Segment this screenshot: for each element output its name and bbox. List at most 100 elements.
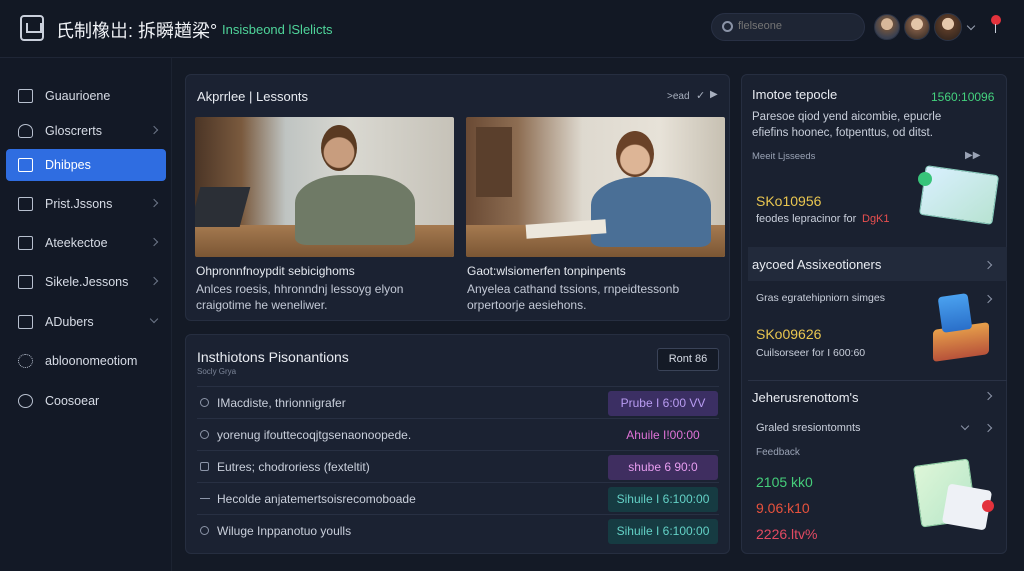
lesson-2-title: Gaot:wlsiomerfen tonpinpents (467, 264, 626, 278)
lesson-photo-2[interactable] (466, 117, 725, 257)
assessments-title: aycoed Assixeotioners (752, 257, 882, 272)
lesson-1-desc: Anlces roesis, hhronndnj lessoyg elyon (196, 282, 404, 296)
chevron-right-icon (149, 125, 159, 135)
search-icon (722, 21, 733, 32)
grid-icon (18, 315, 33, 329)
top-card-stat: SKo10956 (756, 193, 822, 209)
sidebar-item-abloonomeotiom[interactable]: abloonomeotiom (6, 345, 166, 377)
lessons-more-link[interactable]: >ead (667, 91, 690, 102)
sidebar-item-label: Coosoear (45, 394, 100, 408)
top-card-desc: Paresoe qiod yend aicombie, epucrle (752, 111, 942, 123)
lessons-title: Akprrlee | Lessonts (197, 89, 309, 104)
chevron-down-icon[interactable] (966, 21, 976, 31)
list-item[interactable]: yorenug ifouttecoqjtgsenaonoopede. Ahuil… (197, 418, 719, 450)
clock-icon (200, 526, 209, 535)
schedule-pill[interactable]: Ahuile I!00:00 (608, 423, 718, 448)
sidebar-item-ateekectoe[interactable]: Ateekectoe (6, 227, 166, 259)
avatar[interactable] (934, 13, 962, 41)
sidebar-item-coosoear[interactable]: Coosoear (6, 385, 166, 417)
schedule-pill[interactable]: shube 6 90:0 (608, 455, 718, 480)
sidebar-item-label: abloonomeotiom (45, 354, 138, 368)
top-card-note: feodes lepracinor for (756, 213, 857, 225)
chevron-right-icon (149, 276, 159, 286)
assessments-row: Gras egratehipniorn simges (756, 292, 885, 304)
instructions-title: Insthiotons Pisonantions (197, 349, 349, 365)
instructions-subtitle: Socly Grya (197, 367, 237, 376)
lesson-1-desc-2: craigotime he weneliwer. (196, 298, 328, 312)
lesson-2-desc: Anyelea cathand tssions, rnpeidtessonb (467, 282, 680, 296)
arrow-icon (200, 498, 210, 507)
top-card-value: 1560:10096 (931, 90, 995, 104)
sidebar-item-label: Prist.Jssons (45, 197, 113, 211)
top-card-desc-2: efiefins hoonec, fotpenttus, od ditst. (752, 127, 933, 139)
app-title: 氏制橡岀: 拆瞬趥梁° (56, 21, 218, 41)
sidebar-item-label: Dhibpes (45, 158, 91, 172)
sidebar-item-prist-jssons[interactable]: Prist.Jssons (6, 188, 166, 220)
top-card-title: Imotoe tepocle (752, 87, 838, 102)
lesson-photo-1[interactable] (195, 117, 454, 257)
top-card-meta: Meeit Ljsseeds (752, 151, 816, 162)
clock-icon (200, 398, 209, 407)
list-item[interactable]: Wiluge Inppanotuo youlls Sihuile I 6:100… (197, 514, 719, 546)
chevron-right-icon (149, 198, 159, 208)
chevron-right-icon (149, 237, 159, 247)
sidebar-item-adubers[interactable]: ADubers (6, 306, 166, 338)
sidebar-item-dhibpes[interactable]: Dhibpes (6, 149, 166, 181)
search-box[interactable] (711, 13, 865, 41)
jeherus-row: Graled sresiontomnts (756, 422, 861, 434)
list-item[interactable]: IMacdiste, thrionnigrafer Prube I 6:00 V… (197, 386, 719, 418)
expand-icon[interactable]: ✓ (696, 89, 705, 102)
app-logo-icon[interactable] (20, 15, 44, 41)
list-item-text: Wiluge Inppanotuo youlls (217, 524, 352, 538)
play-icon[interactable]: ▶▶ (965, 150, 980, 161)
person-icon (18, 124, 33, 138)
gear-icon (18, 354, 33, 368)
folder-icon (18, 158, 33, 172)
next-icon[interactable]: ▶ (710, 89, 718, 100)
sidebar-item-guaurioene[interactable]: Guaurioene (6, 80, 166, 112)
list-item-text: IMacdiste, thrionnigrafer (217, 396, 346, 410)
feedback-value: 2226.ltv% (756, 526, 818, 542)
sidebar-item-label: Guaurioene (45, 89, 111, 103)
avatar[interactable] (904, 14, 930, 40)
avatar[interactable] (874, 14, 900, 40)
image-icon (18, 236, 33, 250)
sidebar: Guaurioene Gloscrerts Dhibpes Prist.Jsso… (0, 58, 172, 571)
feedback-value: 9.06:k10 (756, 500, 810, 516)
circle-icon (18, 394, 33, 408)
sidebar-item-sikele-jessons[interactable]: Sikele.Jessons (6, 266, 166, 298)
list-item-text: Eutres; chodroriess (fexteltit) (217, 460, 370, 474)
sidebar-item-label: Sikele.Jessons (45, 275, 129, 289)
sidebar-item-gloscrerts[interactable]: Gloscrerts (6, 115, 166, 147)
assessments-stat: SKo09626 (756, 326, 822, 342)
list-item-text: yorenug ifouttecoqjtgsenaonoopede. (217, 428, 412, 442)
sidebar-item-label: ADubers (45, 315, 94, 329)
list-item-text: Hecolde anjatemertsoisrecomoboade (217, 492, 416, 506)
list-item[interactable]: Eutres; chodroriess (fexteltit) shube 6 … (197, 450, 719, 482)
person-head-image (616, 131, 654, 177)
bookshelf-image (476, 127, 512, 197)
feedback-label: Feedback (756, 447, 800, 458)
app-subtitle: Insisbeond lSlelicts (222, 22, 333, 37)
sidebar-item-label: Gloscrerts (45, 124, 102, 138)
schedule-pill[interactable]: Sihuile I 6:100:00 (608, 487, 718, 512)
top-bar: 氏制橡岀: 拆瞬趥梁° Insisbeond lSlelicts (0, 0, 1024, 58)
person-image (591, 177, 711, 247)
clock-icon (200, 430, 209, 439)
schedule-pill[interactable]: Prube I 6:00 VV (608, 391, 718, 416)
divider (748, 380, 1007, 381)
instructions-action-button[interactable]: Ront 86 (657, 348, 719, 371)
schedule-pill[interactable]: Sihuile I 6:100:00 (608, 519, 718, 544)
lesson-2-desc-2: orpertoorje aesiehons. (467, 298, 587, 312)
search-input[interactable] (738, 20, 858, 32)
alert-dot-icon (982, 500, 994, 512)
person-head-image (321, 125, 357, 171)
lesson-1-title: Ohpronnfnoypdit sebicighoms (196, 264, 355, 278)
chart-icon (18, 275, 33, 289)
notification-pin-icon[interactable] (991, 15, 1001, 33)
document-icon (18, 197, 33, 211)
feedback-value: 2105 kk0 (756, 474, 813, 490)
cards-illustration (918, 165, 1000, 225)
tag-icon (200, 462, 209, 471)
list-item[interactable]: Hecolde anjatemertsoisrecomoboade Sihuil… (197, 482, 719, 514)
